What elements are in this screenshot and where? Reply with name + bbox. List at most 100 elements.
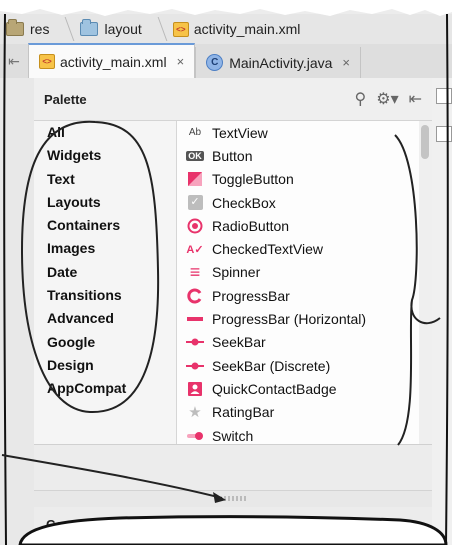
progressbar-icon — [185, 288, 205, 304]
scrollbar-thumb[interactable] — [421, 125, 429, 159]
togglebutton-icon — [185, 171, 205, 187]
category-images[interactable]: Images — [34, 237, 176, 260]
button-icon: OK — [185, 148, 205, 164]
design-mode-icon[interactable] — [436, 88, 452, 104]
palette-widget-list: Ab TextView OK Button ToggleButton ✓ Che… — [177, 121, 419, 444]
tab-scroll-left-icon[interactable]: ⇤ — [0, 44, 28, 78]
editor-tab-bar: ⇤ <> activity_main.xml × C MainActivity.… — [0, 43, 452, 79]
textview-icon: Ab — [188, 127, 202, 139]
widget-radiobutton[interactable]: RadioButton — [177, 214, 419, 237]
widget-label: Button — [212, 147, 253, 164]
category-advanced[interactable]: Advanced — [34, 307, 176, 330]
progressbar-horizontal-icon — [185, 311, 205, 327]
category-text[interactable]: Text — [34, 168, 176, 191]
seekbar-discrete-icon-svg — [186, 362, 204, 370]
category-containers[interactable]: Containers — [34, 214, 176, 237]
breadcrumb-separator — [55, 17, 75, 41]
category-appcompat[interactable]: AppCompat — [34, 377, 176, 400]
widget-progressbar-horizontal[interactable]: ProgressBar (Horizontal) — [177, 307, 419, 330]
category-design[interactable]: Design — [34, 354, 176, 377]
widget-label: SeekBar (Discrete) — [212, 357, 331, 374]
hide-panel-icon[interactable]: ⇤ — [409, 89, 422, 109]
widget-progressbar[interactable]: ProgressBar — [177, 284, 419, 307]
widget-checkbox[interactable]: ✓ CheckBox — [177, 191, 419, 214]
switch-icon — [185, 428, 205, 444]
palette-panel: Palette ⚲ ⚙▾ ⇤ All Widgets Text Layouts … — [34, 78, 433, 545]
breadcrumb-item-res[interactable]: res — [0, 14, 55, 44]
gear-icon[interactable]: ⚙▾ — [376, 89, 398, 109]
breadcrumb: res layout <> activity_main.xml — [0, 14, 452, 45]
breadcrumb-label: res — [30, 21, 50, 37]
close-icon[interactable]: × — [177, 54, 185, 69]
widget-button[interactable]: OK Button — [177, 144, 419, 167]
folder-icon — [6, 19, 24, 36]
category-layouts[interactable]: Layouts — [34, 191, 176, 214]
category-date[interactable]: Date — [34, 261, 176, 284]
breadcrumb-item-layout[interactable]: layout — [74, 14, 147, 44]
palette-title: Palette — [44, 91, 87, 107]
class-c-icon: C — [206, 54, 224, 71]
widget-label: Switch — [212, 427, 254, 444]
widget-label: ProgressBar — [212, 287, 290, 304]
blueprint-icon[interactable] — [436, 126, 452, 142]
widget-label: TextView — [212, 124, 268, 141]
widget-label: QuickContactBadge — [212, 380, 337, 397]
tab-activity-main-xml[interactable]: <> activity_main.xml × — [28, 43, 196, 78]
ide-window: res layout <> activity_main.xml ⇤ <> act… — [0, 0, 452, 545]
palette-category-list: All Widgets Text Layouts Containers Imag… — [34, 121, 177, 444]
search-icon[interactable]: ⚲ — [355, 89, 367, 109]
widget-label: ProgressBar (Horizontal) — [212, 311, 367, 328]
widget-label: ToggleButton — [212, 171, 294, 188]
component-tree-header: Component Tree — [34, 507, 432, 545]
category-widgets[interactable]: Widgets — [34, 144, 176, 167]
quickcontactbadge-icon-svg — [188, 381, 202, 396]
radiobutton-icon — [185, 218, 205, 234]
seekbar-icon-svg — [186, 338, 204, 346]
category-transitions[interactable]: Transitions — [34, 284, 176, 307]
progressbar-horizontal-bar — [187, 317, 203, 322]
seekbar-discrete-icon — [185, 358, 205, 374]
ratingbar-icon: ★ — [188, 404, 202, 422]
tab-label: MainActivity.java — [229, 54, 333, 71]
button-icon-glyph: OK — [186, 150, 204, 161]
switch-icon-svg — [187, 431, 203, 440]
spinner-icon: ≡ — [189, 261, 201, 282]
palette-header: Palette ⚲ ⚙▾ ⇤ — [34, 78, 432, 121]
panel-splitter[interactable] — [34, 490, 432, 508]
widget-seekbar[interactable]: SeekBar — [177, 331, 419, 354]
widget-label: SeekBar — [212, 334, 266, 351]
breadcrumb-label: layout — [104, 21, 142, 37]
widget-label: CheckedTextView — [212, 241, 324, 258]
tab-label: activity_main.xml — [60, 53, 167, 70]
widget-checkedtextview[interactable]: A✓ CheckedTextView — [177, 237, 419, 260]
folder-icon — [80, 19, 99, 36]
widget-label: RadioButton — [212, 217, 290, 234]
xml-file-icon: <> — [172, 21, 189, 37]
breadcrumb-label: activity_main.xml — [193, 21, 301, 37]
palette-preview-area — [34, 444, 432, 491]
widget-quickcontactbadge[interactable]: QuickContactBadge — [177, 377, 419, 400]
right-tool-strip — [432, 78, 452, 545]
widget-label: Spinner — [212, 264, 261, 281]
close-icon[interactable]: × — [342, 55, 350, 70]
widget-textview[interactable]: Ab TextView — [177, 121, 419, 144]
quickcontactbadge-icon — [185, 381, 205, 397]
breadcrumb-separator — [147, 17, 168, 41]
category-google[interactable]: Google — [34, 331, 176, 354]
widget-label: RatingBar — [212, 404, 275, 421]
xml-file-icon: <> — [39, 54, 55, 69]
widget-spinner[interactable]: ≡ Spinner — [177, 261, 419, 284]
left-tool-strip — [0, 78, 35, 545]
tab-mainactivity-java[interactable]: C MainActivity.java × — [195, 47, 361, 78]
widget-ratingbar[interactable]: ★ RatingBar — [177, 401, 419, 424]
radiobutton-icon-svg — [187, 218, 203, 234]
palette-scrollbar[interactable] — [419, 121, 432, 444]
widget-togglebutton[interactable]: ToggleButton — [177, 168, 419, 191]
splitter-grip-icon[interactable] — [224, 496, 248, 501]
breadcrumb-item-file[interactable]: <> activity_main.xml — [167, 14, 307, 44]
seekbar-icon — [185, 334, 205, 350]
category-all[interactable]: All — [34, 121, 176, 144]
widget-seekbar-discrete[interactable]: SeekBar (Discrete) — [177, 354, 419, 377]
togglebutton-icon-svg — [188, 172, 202, 187]
checkbox-icon-glyph: ✓ — [187, 195, 203, 211]
